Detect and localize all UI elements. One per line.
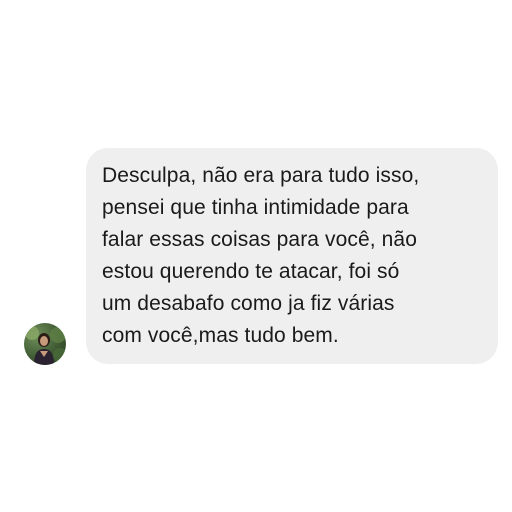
sender-avatar[interactable] [24, 323, 66, 365]
message-thread: Desculpa, não era para tudo isso, pensei… [0, 0, 512, 512]
profile-photo-icon [25, 326, 66, 365]
incoming-message-bubble[interactable]: Desculpa, não era para tudo isso, pensei… [86, 148, 498, 364]
message-text: Desculpa, não era para tudo isso, pensei… [102, 164, 420, 347]
